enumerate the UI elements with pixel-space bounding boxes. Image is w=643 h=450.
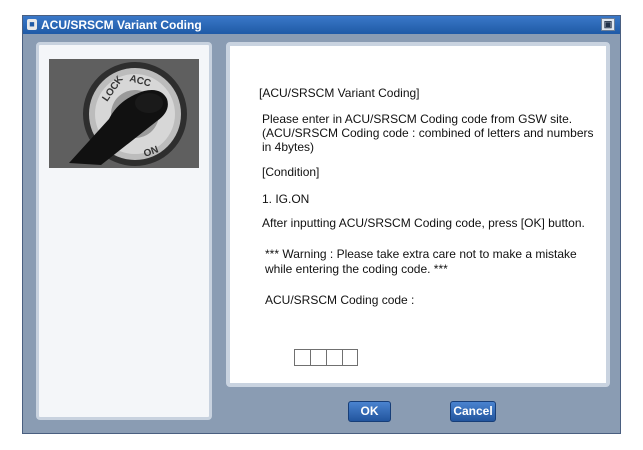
ok-button[interactable]: OK [348,401,391,422]
image-panel: LOCK ACC ON [36,42,212,420]
variant-coding-window: ■ ACU/SRSCM Variant Coding ▣ LOCK ACC ON… [22,15,621,434]
coding-code-input[interactable] [294,349,358,366]
code-char-box-2[interactable] [310,349,326,366]
instruction-heading: [ACU/SRSCM Variant Coding] [259,86,420,100]
app-icon: ■ [27,19,37,30]
window-title: ACU/SRSCM Variant Coding [41,18,202,32]
condition-heading: [Condition] [262,165,320,179]
cancel-button[interactable]: Cancel [450,401,496,422]
code-char-box-3[interactable] [326,349,342,366]
capture-icon[interactable]: ▣ [601,18,615,31]
instruction-line-1: Please enter in ACU/SRSCM Coding code fr… [262,112,573,126]
after-input-note: After inputting ACU/SRSCM Coding code, p… [262,216,585,230]
code-char-box-1[interactable] [294,349,310,366]
instruction-line-2: (ACU/SRSCM Coding code : combined of let… [262,126,594,140]
warning-line-1: *** Warning : Please take extra care not… [265,247,577,261]
ignition-switch-image: LOCK ACC ON [49,59,199,168]
warning-line-2: while entering the coding code. *** [265,262,448,276]
title-bar: ■ ACU/SRSCM Variant Coding ▣ [23,16,620,34]
condition-item-1: 1. IG.ON [262,192,310,206]
instruction-line-3: in 4bytes) [262,140,315,154]
instruction-panel: [ACU/SRSCM Variant Coding] Please enter … [226,42,610,387]
coding-code-label: ACU/SRSCM Coding code : [265,293,415,307]
code-char-box-4[interactable] [342,349,358,366]
